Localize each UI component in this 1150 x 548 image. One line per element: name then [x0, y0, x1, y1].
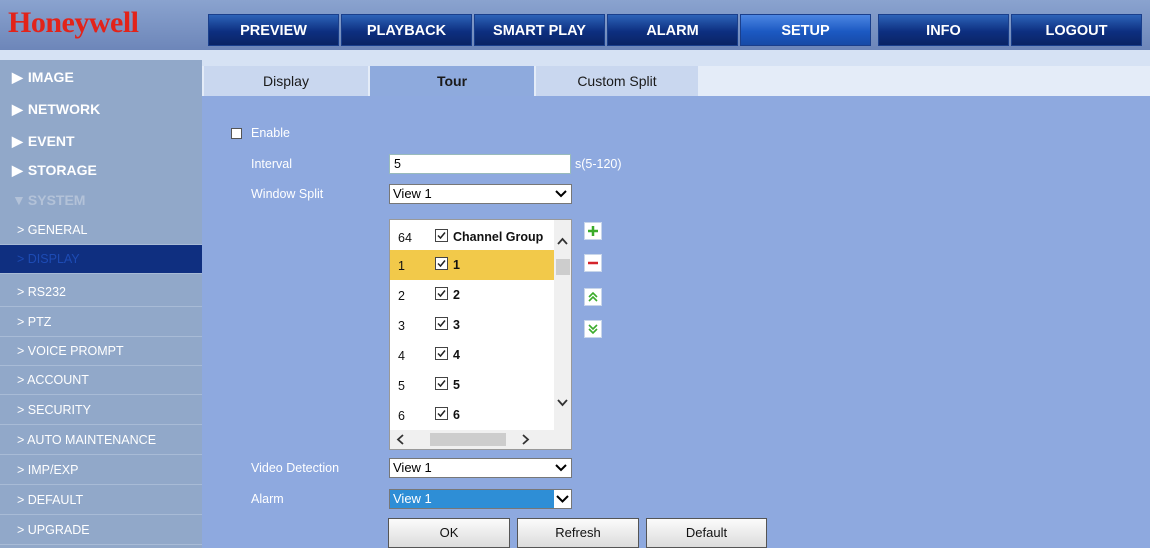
- list-item[interactable]: 4 4: [390, 340, 554, 370]
- move-up-icon: [588, 291, 598, 302]
- sidebar-item-network[interactable]: ▶ NETWORK: [0, 95, 202, 124]
- checkbox-checked-icon[interactable]: [435, 257, 448, 270]
- checkbox-checked-icon[interactable]: [435, 407, 448, 420]
- nav-info[interactable]: INFO: [878, 14, 1009, 46]
- sidebar-item-system[interactable]: ▼ SYSTEM: [0, 186, 202, 215]
- video-detection-select[interactable]: View 1: [389, 458, 572, 478]
- checkbox-checked-icon[interactable]: [435, 287, 448, 300]
- list-item[interactable]: 2 2: [390, 280, 554, 310]
- sidebar-item-label: SYSTEM: [27, 192, 86, 208]
- move-down-button[interactable]: [584, 320, 602, 338]
- honeywell-logo: Honeywell: [8, 6, 139, 39]
- tab-custom-split[interactable]: Custom Split: [536, 66, 698, 96]
- nav-smart-play[interactable]: SMART PLAY: [474, 14, 605, 46]
- alarm-value: View 1: [393, 491, 432, 506]
- sidebar-item-imp-exp[interactable]: > IMP/EXP: [0, 456, 202, 485]
- interval-label: Interval: [251, 157, 292, 171]
- expand-down-icon: ▼: [12, 192, 26, 208]
- checkbox-checked-icon[interactable]: [435, 317, 448, 330]
- video-detection-label: Video Detection: [251, 461, 340, 475]
- remove-button[interactable]: [584, 254, 602, 272]
- default-button[interactable]: Default: [646, 518, 767, 548]
- sidebar-item-image[interactable]: ▶ IMAGE: [0, 63, 202, 92]
- nav-preview[interactable]: PREVIEW: [208, 14, 339, 46]
- vertical-scrollbar[interactable]: [554, 220, 571, 430]
- list-item[interactable]: 6 6: [390, 400, 554, 430]
- remove-icon: [588, 261, 598, 265]
- alarm-select[interactable]: View 1: [389, 489, 572, 509]
- nav-logout[interactable]: LOGOUT: [1011, 14, 1142, 46]
- chevron-down-icon: [554, 490, 571, 508]
- interval-input[interactable]: 5: [389, 154, 571, 174]
- add-button[interactable]: [584, 222, 602, 240]
- channel-list: 64 Channel Group 1 1 2 2 3 3 4 4 5 5 6 6: [389, 219, 572, 450]
- enable-checkbox[interactable]: [231, 128, 242, 139]
- sidebar-item-default[interactable]: > DEFAULT: [0, 486, 202, 515]
- sidebar-item-ptz[interactable]: > PTZ: [0, 308, 202, 337]
- horizontal-scrollbar[interactable]: [390, 430, 571, 449]
- sidebar-item-general[interactable]: > GENERAL: [0, 216, 202, 245]
- scroll-arrows-icon: [556, 237, 570, 407]
- move-up-button[interactable]: [584, 288, 602, 306]
- sidebar-item-upgrade[interactable]: > UPGRADE: [0, 516, 202, 545]
- alarm-label: Alarm: [251, 492, 284, 506]
- list-item[interactable]: 64 Channel Group: [390, 222, 554, 252]
- checkbox-checked-icon[interactable]: [435, 229, 448, 242]
- tab-tour[interactable]: Tour: [370, 66, 534, 96]
- sidebar-item-display[interactable]: > DISPLAY: [0, 245, 202, 274]
- add-icon: [588, 226, 598, 236]
- video-detection-value: View 1: [393, 460, 432, 475]
- sidebar-item-label: IMAGE: [27, 69, 74, 85]
- expand-right-icon: ▶: [12, 101, 23, 117]
- tour-settings-panel: [202, 96, 1150, 548]
- sidebar-item-voice-prompt[interactable]: > VOICE PROMPT: [0, 337, 202, 366]
- sidebar-item-security[interactable]: > SECURITY: [0, 396, 202, 425]
- expand-right-icon: ▶: [12, 162, 23, 178]
- sidebar-item-auto-maintenance[interactable]: > AUTO MAINTENANCE: [0, 426, 202, 455]
- checkbox-checked-icon[interactable]: [435, 377, 448, 390]
- sidebar-item-label: EVENT: [27, 133, 75, 149]
- sidebar-item-label: NETWORK: [27, 101, 101, 117]
- nav-playback[interactable]: PLAYBACK: [341, 14, 472, 46]
- enable-label: Enable: [251, 126, 290, 140]
- list-item[interactable]: 3 3: [390, 310, 554, 340]
- sidebar-item-label: STORAGE: [27, 162, 97, 178]
- sidebar: ▶ IMAGE ▶ NETWORK ▶ EVENT ▶ STORAGE ▼ SY…: [0, 60, 202, 548]
- expand-right-icon: ▶: [12, 133, 23, 149]
- list-item[interactable]: 5 5: [390, 370, 554, 400]
- expand-right-icon: ▶: [12, 69, 23, 85]
- chevron-down-icon: [555, 464, 567, 472]
- sidebar-item-account[interactable]: > ACCOUNT: [0, 366, 202, 395]
- window-split-label: Window Split: [251, 187, 324, 201]
- refresh-button[interactable]: Refresh: [517, 518, 639, 548]
- window-split-value: View 1: [393, 186, 432, 201]
- window-split-select[interactable]: View 1: [389, 184, 572, 204]
- tab-display[interactable]: Display: [204, 66, 368, 96]
- list-item[interactable]: 1 1: [390, 250, 554, 280]
- sidebar-item-event[interactable]: ▶ EVENT: [0, 127, 202, 156]
- nav-setup[interactable]: SETUP: [740, 14, 871, 46]
- sidebar-item-storage[interactable]: ▶ STORAGE: [0, 156, 202, 185]
- checkbox-checked-icon[interactable]: [435, 347, 448, 360]
- ok-button[interactable]: OK: [388, 518, 510, 548]
- scroll-arrows-icon: [396, 433, 530, 446]
- interval-hint: s(5-120): [575, 157, 622, 171]
- move-down-icon: [588, 324, 598, 335]
- sidebar-item-rs232[interactable]: > RS232: [0, 278, 202, 307]
- nav-alarm[interactable]: ALARM: [607, 14, 738, 46]
- chevron-down-icon: [555, 190, 567, 198]
